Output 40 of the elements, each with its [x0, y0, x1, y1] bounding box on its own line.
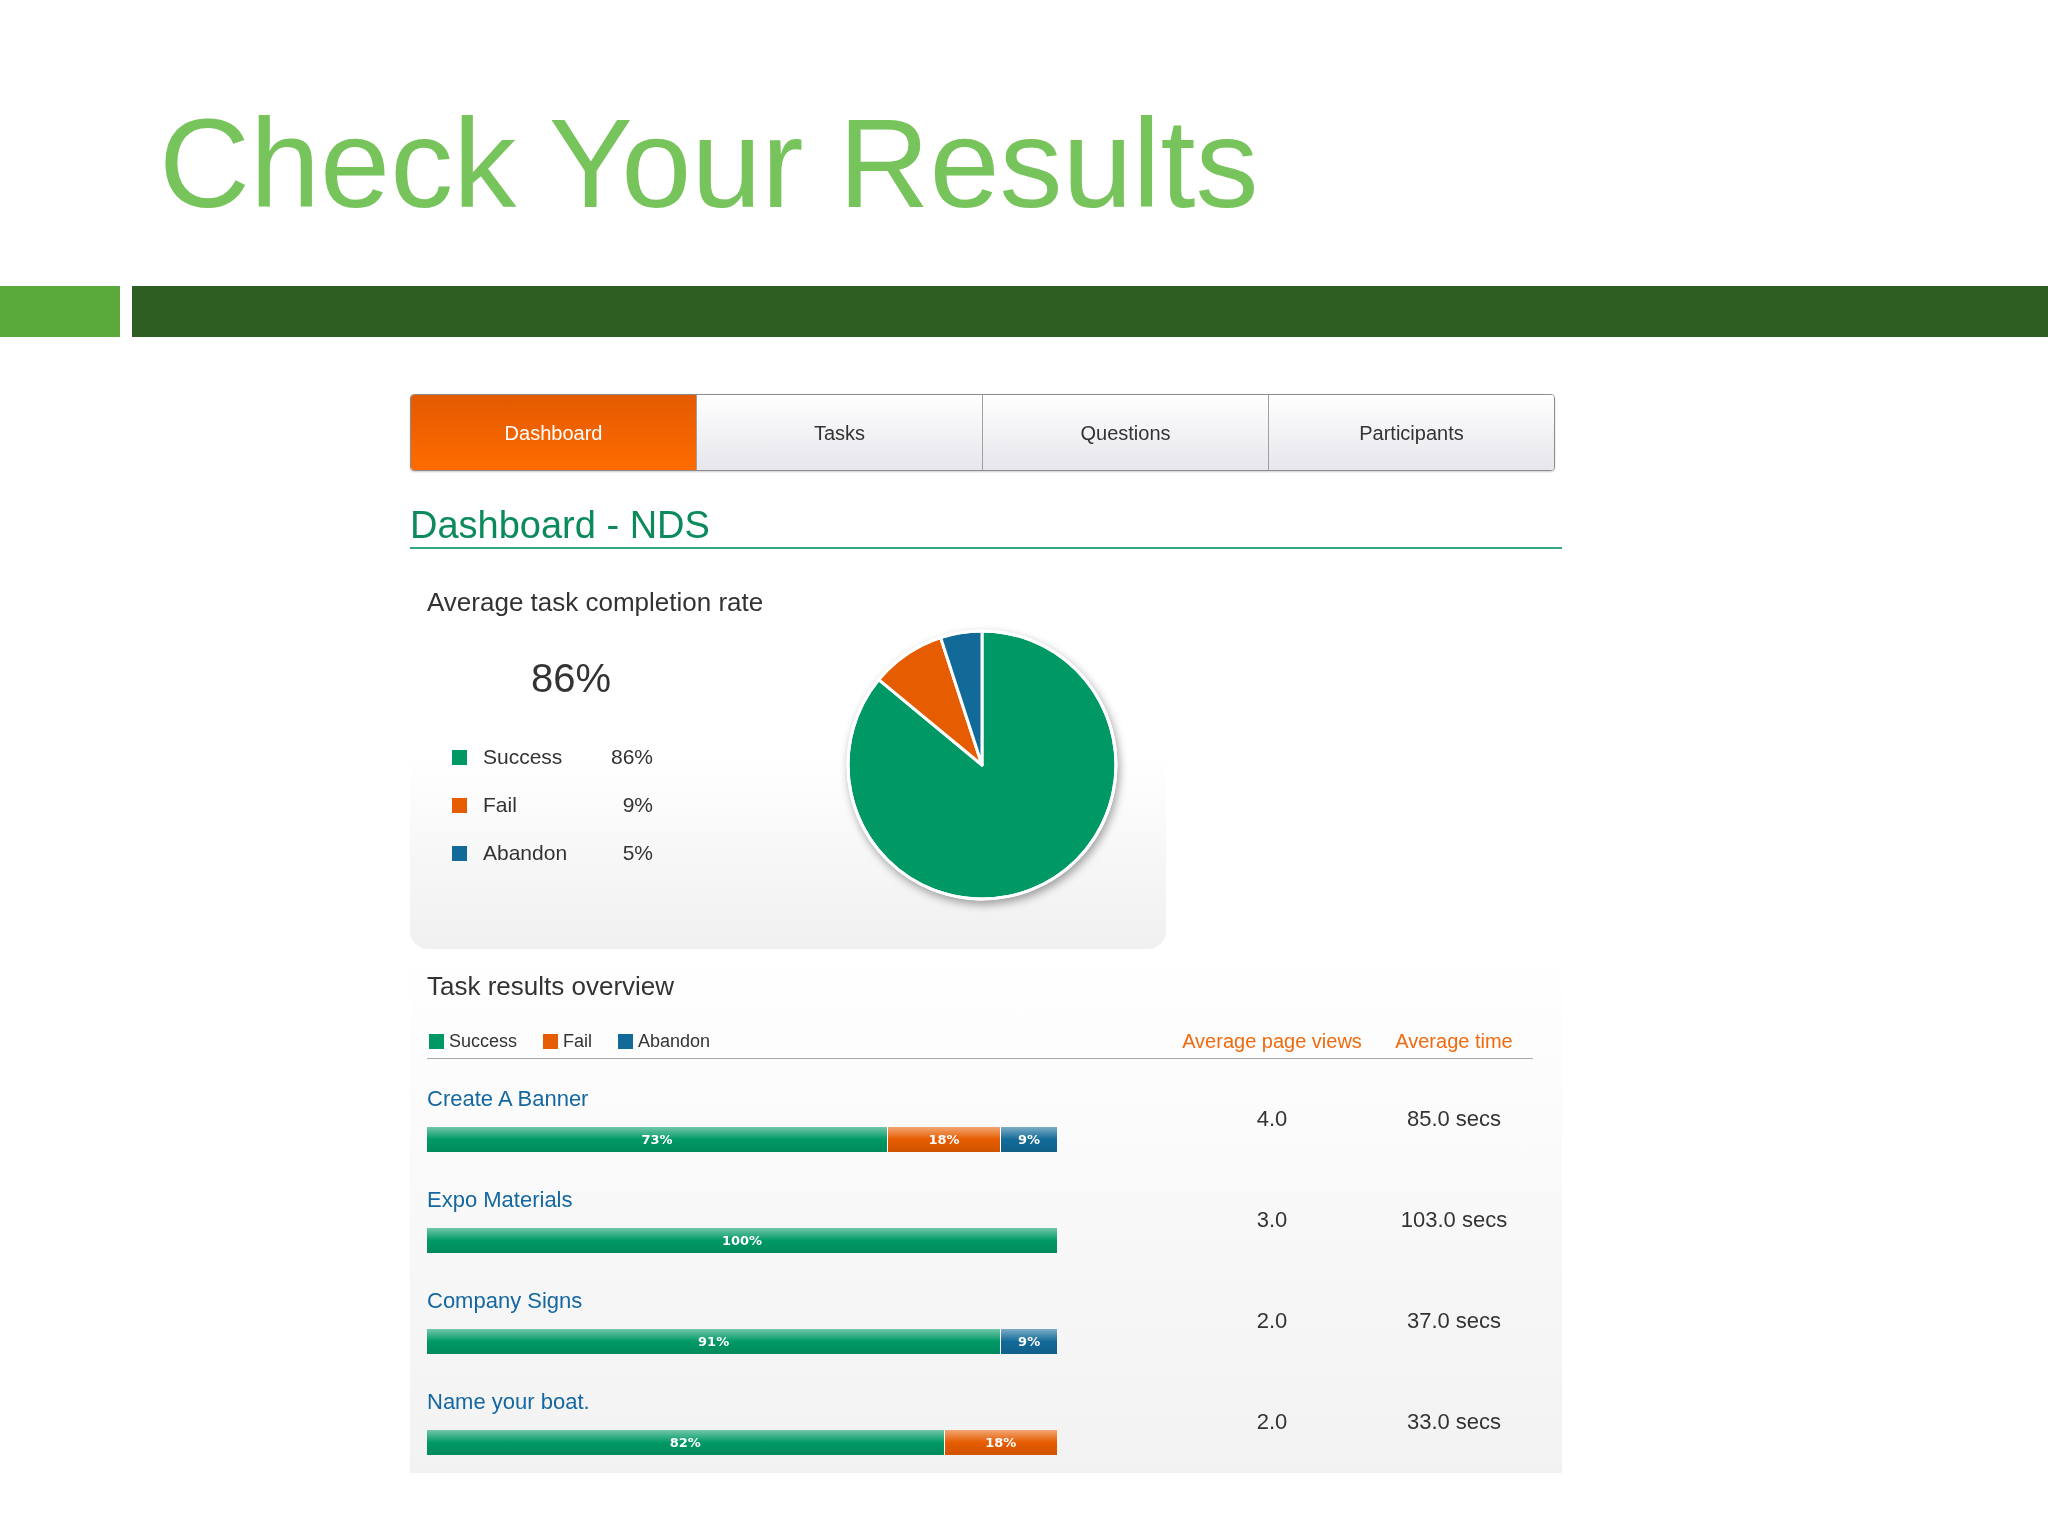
table-cell-text: 85.0 secs [1406, 1105, 1502, 1133]
task-link[interactable]: Name your boat. [427, 1388, 590, 1416]
bar-value-label: 18% [985, 1434, 1017, 1451]
slide-title: Check Your Results [159, 101, 1259, 227]
tab[interactable]: Participants [1268, 395, 1554, 470]
bar-value-label: 9% [1018, 1333, 1041, 1350]
table-cell-text: 33.0 secs [1406, 1408, 1502, 1436]
table-cell-text: 2.0 [1256, 1307, 1288, 1335]
bar-value-label: 73% [641, 1131, 673, 1148]
legend-label: Fail [483, 792, 517, 819]
legend-label: Success [449, 1030, 518, 1052]
bar-value-label: 100% [721, 1232, 763, 1249]
legend-value: 86% [610, 744, 653, 771]
panel-title: Average task completion rate [427, 587, 764, 617]
task-link[interactable]: Company Signs [427, 1287, 583, 1315]
legend-label: Success [483, 744, 563, 771]
legend-label: Abandon [483, 840, 568, 867]
task-link[interactable]: Expo Materials [427, 1186, 573, 1214]
panel-title: Task results overview [427, 971, 675, 1001]
legend-value: 5% [622, 840, 653, 867]
table-cell-text: 4.0 [1256, 1105, 1288, 1133]
task-link[interactable]: Create A Banner [427, 1085, 589, 1113]
table-cell-text: 37.0 secs [1406, 1307, 1502, 1335]
tab[interactable]: Tasks [696, 395, 982, 470]
tab[interactable]: Dashboard [411, 395, 696, 470]
bar-value-label: 91% [698, 1333, 730, 1350]
bar-value-label: 9% [1018, 1131, 1041, 1148]
tab[interactable]: Questions [982, 395, 1268, 470]
table-cell-text: 2.0 [1256, 1408, 1288, 1436]
column-header: Average page views [1182, 1030, 1362, 1052]
column-header: Average time [1395, 1030, 1513, 1052]
table-cell-text: 3.0 [1256, 1206, 1288, 1234]
legend-label: Abandon [638, 1030, 711, 1052]
legend-value: 9% [622, 792, 653, 819]
bar-value-label: 18% [928, 1131, 960, 1148]
table-cell-text: 103.0 secs [1400, 1206, 1508, 1234]
bar-value-label: 82% [669, 1434, 701, 1451]
page-heading: Dashboard - NDS [410, 503, 710, 547]
legend-label: Fail [563, 1030, 593, 1052]
completion-rate: 86% [530, 655, 612, 701]
